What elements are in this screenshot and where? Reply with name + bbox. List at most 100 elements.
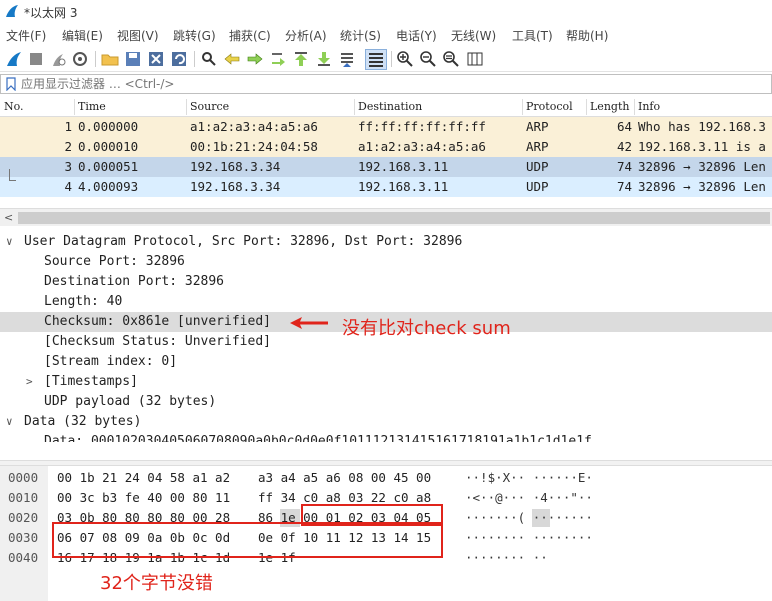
packet-destination: ff:ff:ff:ff:ff:ff bbox=[358, 119, 486, 134]
packet-destination: 192.168.3.11 bbox=[358, 159, 449, 174]
packet-info: 32896 → 32896 Len bbox=[638, 159, 766, 174]
chevron-down-icon[interactable]: ∨ bbox=[6, 415, 13, 428]
stop-icon[interactable] bbox=[27, 50, 45, 68]
column-header-info[interactable]: Info bbox=[638, 100, 660, 113]
bytes-annotation: 32个字节没错 bbox=[100, 573, 213, 594]
length-field[interactable]: Length: 40 bbox=[0, 292, 772, 312]
packet-protocol: UDP bbox=[526, 179, 549, 194]
hex-bytes-a: 00 3c b3 fe 40 00 80 11 bbox=[57, 490, 231, 505]
bookmark-icon[interactable] bbox=[6, 77, 16, 91]
resize-columns-icon[interactable] bbox=[466, 50, 484, 68]
packet-bytes: 0000 00 1b 21 24 04 58 a1 a2 a3 a4 a5 a6… bbox=[0, 466, 772, 601]
first-packet-icon[interactable] bbox=[292, 50, 310, 68]
scroll-left-icon[interactable]: < bbox=[4, 211, 13, 224]
ascii-bytes: ········ ········ bbox=[465, 530, 593, 545]
field-text: [Timestamps] bbox=[44, 374, 138, 389]
field-text: [Stream index: 0] bbox=[44, 354, 178, 369]
shark-fin-start-icon[interactable] bbox=[5, 50, 23, 68]
menu-tools[interactable]: 工具(T) bbox=[512, 27, 553, 44]
data-tree-node[interactable]: ∨ Data (32 bytes) bbox=[0, 412, 772, 432]
packet-source: 192.168.3.34 bbox=[190, 159, 281, 174]
packet-time: 0.000051 bbox=[78, 159, 139, 174]
packet-row[interactable]: 2 0.000010 00:1b:21:24:04:58 a1:a2:a3:a4… bbox=[0, 137, 772, 157]
packet-row[interactable]: 4 4.000093 192.168.3.34 192.168.3.11 UDP… bbox=[0, 177, 772, 197]
payload-highlight-box-bottom bbox=[52, 522, 443, 558]
data-field[interactable]: Data: 000102030405060708090a0b0c0d0e0f10… bbox=[0, 432, 772, 442]
byte-offset: 0020 bbox=[8, 510, 39, 525]
packet-length: 42 bbox=[616, 139, 632, 154]
byte-offset: 0030 bbox=[8, 530, 39, 545]
packet-info: 32896 → 32896 Len bbox=[638, 179, 766, 194]
hex-bytes-b: ff 34 c0 a8 03 22 c0 a8 bbox=[258, 490, 432, 505]
packet-destination: a1:a2:a3:a4:a5:a6 bbox=[358, 139, 486, 154]
zoom-reset-icon[interactable] bbox=[442, 50, 460, 68]
zoom-in-icon[interactable] bbox=[396, 50, 414, 68]
packet-list-hscrollbar[interactable]: < bbox=[0, 208, 772, 226]
menu-help[interactable]: 帮助(H) bbox=[566, 27, 608, 44]
close-file-icon[interactable] bbox=[147, 50, 165, 68]
save-icon[interactable] bbox=[124, 50, 142, 68]
menu-statistics[interactable]: 统计(S) bbox=[340, 27, 381, 44]
packet-time: 4.000093 bbox=[78, 179, 139, 194]
packet-row-selected[interactable]: 3 0.000051 192.168.3.34 192.168.3.11 UDP… bbox=[0, 157, 772, 177]
colorize-toggle[interactable] bbox=[365, 49, 387, 70]
checksum-annotation: 没有比对check sum bbox=[342, 318, 511, 339]
packet-info: Who has 192.168.3 bbox=[638, 119, 766, 134]
goto-icon[interactable] bbox=[269, 50, 287, 68]
udp-payload-field[interactable]: UDP payload (32 bytes) bbox=[0, 392, 772, 412]
menu-edit[interactable]: 编辑(E) bbox=[62, 27, 103, 44]
field-text: Data: 000102030405060708090a0b0c0d0e0f10… bbox=[44, 434, 592, 442]
packet-length: 74 bbox=[616, 179, 632, 194]
packet-row[interactable]: 1 0.000000 a1:a2:a3:a4:a5:a6 ff:ff:ff:ff… bbox=[0, 117, 772, 137]
zoom-out-icon[interactable] bbox=[419, 50, 437, 68]
udp-tree-node[interactable]: ∨ User Datagram Protocol, Src Port: 3289… bbox=[0, 232, 772, 252]
udp-header-label: User Datagram Protocol, Src Port: 32896,… bbox=[24, 234, 463, 249]
byte-offset: 0040 bbox=[8, 550, 39, 565]
timestamps-tree-node[interactable]: > [Timestamps] bbox=[0, 372, 772, 392]
stream-index-field[interactable]: [Stream index: 0] bbox=[0, 352, 772, 372]
field-text: Source Port: 32896 bbox=[44, 254, 185, 269]
back-icon[interactable] bbox=[223, 50, 241, 68]
packet-length: 74 bbox=[616, 159, 632, 174]
packet-source: 192.168.3.34 bbox=[190, 179, 281, 194]
packet-info: 192.168.3.11 is a bbox=[638, 139, 766, 154]
ascii-bytes: ··!$·X·· ······E· bbox=[465, 470, 593, 485]
bytes-row[interactable]: 0000 00 1b 21 24 04 58 a1 a2 a3 a4 a5 a6… bbox=[0, 468, 772, 488]
forward-icon[interactable] bbox=[246, 50, 264, 68]
packet-list-header: No. Time Source Destination Protocol Len… bbox=[0, 97, 772, 117]
menu-bar: 文件(F) 编辑(E) 视图(V) 跳转(G) 捕获(C) 分析(A) 统计(S… bbox=[0, 23, 772, 45]
find-icon[interactable] bbox=[200, 50, 218, 68]
column-header-destination[interactable]: Destination bbox=[358, 100, 422, 113]
column-header-source[interactable]: Source bbox=[190, 100, 229, 113]
menu-go[interactable]: 跳转(G) bbox=[173, 27, 216, 44]
destination-port-field[interactable]: Destination Port: 32896 bbox=[0, 272, 772, 292]
menu-view[interactable]: 视图(V) bbox=[117, 27, 159, 44]
packet-details: ∨ User Datagram Protocol, Src Port: 3289… bbox=[0, 230, 772, 442]
column-header-no[interactable]: No. bbox=[4, 100, 24, 113]
menu-telephony[interactable]: 电话(Y) bbox=[396, 27, 437, 44]
display-filter-input[interactable] bbox=[21, 76, 761, 92]
reload-icon[interactable] bbox=[170, 50, 188, 68]
packet-destination: 192.168.3.11 bbox=[358, 179, 449, 194]
menu-capture[interactable]: 捕获(C) bbox=[229, 27, 271, 44]
open-folder-icon[interactable] bbox=[101, 50, 119, 68]
column-header-protocol[interactable]: Protocol bbox=[526, 100, 573, 113]
last-packet-icon[interactable] bbox=[315, 50, 333, 68]
scrollbar-thumb[interactable] bbox=[18, 212, 770, 224]
menu-analyze[interactable]: 分析(A) bbox=[285, 27, 327, 44]
restart-icon[interactable] bbox=[49, 50, 67, 68]
column-header-time[interactable]: Time bbox=[78, 100, 106, 113]
field-text: UDP payload (32 bytes) bbox=[44, 394, 217, 409]
autoscroll-icon[interactable] bbox=[338, 50, 356, 68]
chevron-right-icon[interactable]: > bbox=[26, 375, 33, 388]
main-toolbar bbox=[0, 46, 772, 72]
options-icon[interactable] bbox=[71, 50, 89, 68]
chevron-down-icon[interactable]: ∨ bbox=[6, 235, 13, 248]
menu-wireless[interactable]: 无线(W) bbox=[451, 27, 496, 44]
hex-bytes-b: a3 a4 a5 a6 08 00 45 00 bbox=[258, 470, 432, 485]
column-header-length[interactable]: Length bbox=[590, 100, 629, 113]
field-text: Data (32 bytes) bbox=[24, 414, 142, 429]
source-port-field[interactable]: Source Port: 32896 bbox=[0, 252, 772, 272]
packet-time: 0.000010 bbox=[78, 139, 139, 154]
menu-file[interactable]: 文件(F) bbox=[6, 27, 46, 44]
